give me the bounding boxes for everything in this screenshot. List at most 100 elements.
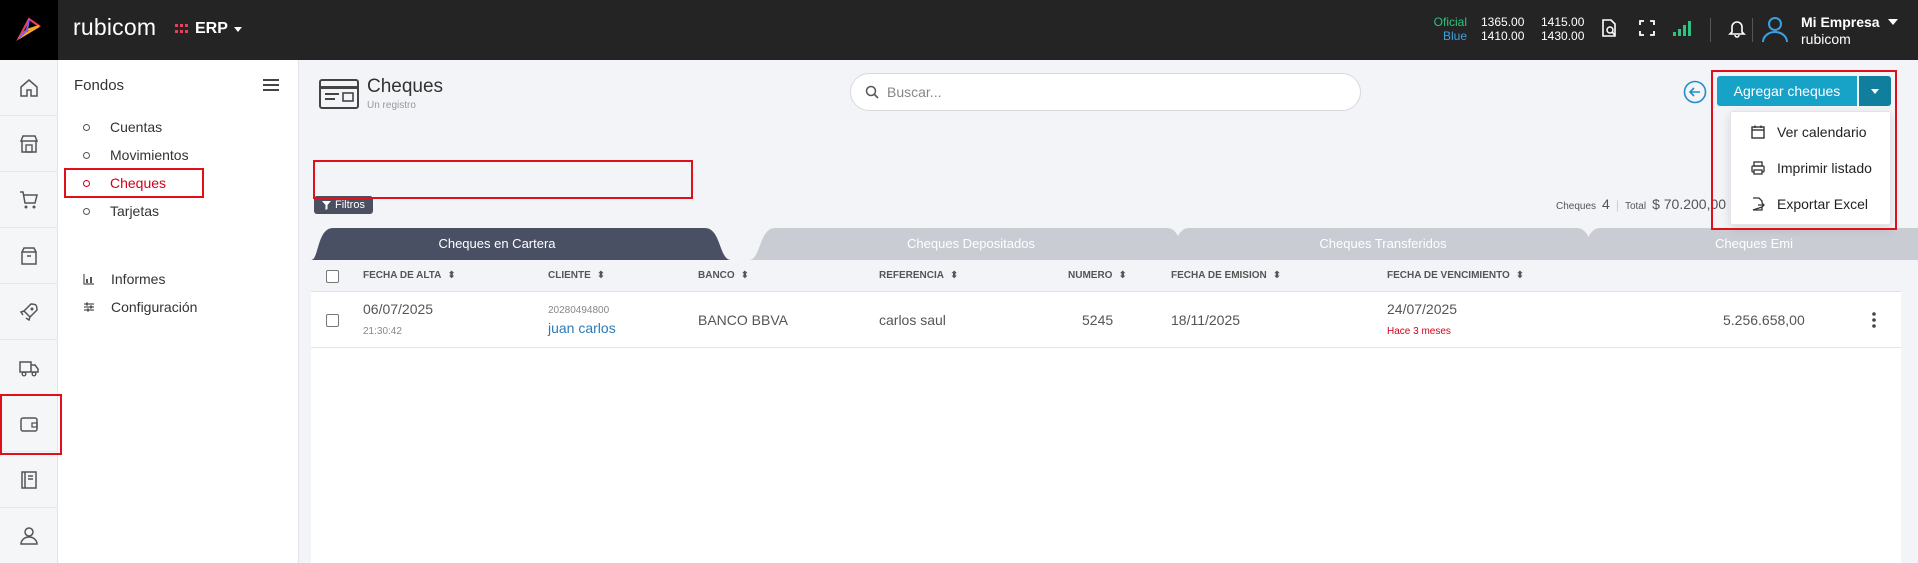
- brand-name: rubicom: [73, 14, 157, 40]
- cell-vencimiento-note: Hace 3 meses: [1387, 326, 1451, 337]
- tab-cheques-transferidos[interactable]: Cheques Transferidos: [1163, 226, 1603, 260]
- rail-launch[interactable]: [0, 284, 58, 340]
- sort-icon: ⬍: [950, 270, 959, 281]
- column-header-fecha-alta[interactable]: FECHA DE ALTA ⬍: [363, 270, 456, 281]
- sidebar-item-cuentas[interactable]: Cuentas: [83, 119, 162, 135]
- sidebar-item-movimientos[interactable]: Movimientos: [83, 147, 189, 163]
- main-content: Cheques Un registro Filtros Cheques 4 | …: [309, 60, 1918, 563]
- bell-icon[interactable]: [1727, 18, 1747, 38]
- rail-home[interactable]: [0, 60, 58, 116]
- sort-icon: ⬍: [447, 270, 456, 281]
- rail-inventory[interactable]: [0, 228, 58, 284]
- row-more-options-icon[interactable]: [1872, 312, 1876, 328]
- count-value: 4: [1602, 196, 1610, 212]
- top-bar: rubicom ERP Oficial Blue 1365.00 1410.00…: [0, 0, 1918, 60]
- rail-users[interactable]: [0, 508, 58, 563]
- rail-store[interactable]: [0, 116, 58, 172]
- sliders-icon: [84, 302, 94, 312]
- rate-oficial-label: Oficial: [1433, 15, 1467, 29]
- table-header: FECHA DE ALTA ⬍ CLIENTE ⬍ BANCO ⬍ REFERENCI…: [311, 260, 1901, 292]
- menu-item-ver-calendario[interactable]: Ver calendario: [1751, 124, 1867, 140]
- tab-label: Cheques Emi: [1714, 235, 1794, 251]
- sort-icon: ⬍: [1272, 270, 1282, 281]
- document-search-icon[interactable]: [1599, 18, 1619, 38]
- book-icon: [21, 470, 37, 489]
- rail-cart[interactable]: [0, 172, 58, 228]
- filters-label: Filtros: [335, 199, 365, 211]
- cell-cliente-link[interactable]: juan carlos: [548, 320, 616, 336]
- row-checkbox[interactable]: [326, 314, 339, 327]
- app-logo[interactable]: [0, 0, 58, 60]
- column-header-numero[interactable]: NUMERO ⬍: [1068, 270, 1127, 281]
- sidebar-item-label: Cuentas: [110, 119, 163, 135]
- bullet-icon: [83, 179, 90, 187]
- count-label: Cheques: [1556, 201, 1597, 212]
- cell-fecha-vencimiento: 24/07/2025: [1387, 301, 1458, 317]
- bullet-icon: [83, 207, 90, 215]
- select-all-checkbox[interactable]: [326, 270, 339, 283]
- add-cheques-dropdown-toggle[interactable]: [1859, 76, 1891, 106]
- tab-cheques-emitidos[interactable]: Cheques Emi: [1574, 226, 1918, 260]
- box-icon: [21, 246, 37, 265]
- menu-item-imprimir-listado[interactable]: Imprimir listado: [1751, 160, 1872, 176]
- check-document-icon: [319, 79, 359, 109]
- tab-label: Cheques en Cartera: [438, 235, 556, 251]
- total-label: Total: [1624, 201, 1647, 212]
- page-title: Cheques: [367, 76, 444, 97]
- sidebar-item-tarjetas[interactable]: Tarjetas: [83, 203, 159, 219]
- sidebar-link-label: Configuración: [111, 299, 198, 315]
- add-cheques-button[interactable]: Agregar cheques: [1717, 76, 1857, 106]
- user-avatar-icon[interactable]: [1760, 14, 1790, 44]
- bar-chart-icon: [83, 274, 94, 285]
- module-label: ERP: [195, 20, 228, 37]
- rail-shipping[interactable]: [0, 340, 58, 396]
- column-header-cliente[interactable]: CLIENTE ⬍: [548, 270, 605, 281]
- page-subtitle: Un registro: [367, 100, 416, 111]
- sidebar-item-configuracion[interactable]: Configuración: [83, 299, 197, 315]
- column-header-referencia[interactable]: REFERENCIA ⬍: [879, 270, 958, 281]
- back-arrow-icon[interactable]: [1683, 80, 1707, 104]
- fullscreen-icon[interactable]: [1637, 18, 1657, 38]
- sidebar-item-cheques[interactable]: Cheques: [83, 175, 166, 191]
- caret-down-icon: [1871, 88, 1879, 94]
- logo-icon: [16, 17, 42, 41]
- column-header-fecha-emision[interactable]: FECHA DE EMISION ⬍: [1171, 270, 1281, 281]
- cell-fecha-alta: 06/07/2025: [363, 301, 434, 317]
- hamburger-menu-icon[interactable]: [263, 78, 279, 92]
- rail-ledger[interactable]: [0, 452, 58, 508]
- home-icon: [20, 78, 38, 97]
- sidebar: Fondos Cuentas Movimientos Cheques Tarje…: [58, 60, 299, 563]
- sidebar-title: Fondos: [74, 77, 125, 94]
- signal-icon: [1673, 21, 1691, 36]
- store-icon: [19, 134, 39, 153]
- search-input[interactable]: [887, 84, 1327, 100]
- rate-blue-sell: 1430.00: [1541, 29, 1585, 43]
- bullet-icon: [83, 123, 90, 131]
- module-selector[interactable]: ERP: [175, 20, 242, 38]
- sidebar-item-label: Movimientos: [110, 147, 189, 163]
- menu-item-label: Ver calendario: [1777, 124, 1867, 140]
- column-header-fecha-vencimiento[interactable]: FECHA DE VENCIMIENTO ⬍: [1387, 270, 1524, 281]
- sidebar-item-informes[interactable]: Informes: [83, 271, 165, 287]
- stats-separator: |: [1615, 198, 1619, 212]
- icon-rail: [0, 60, 58, 563]
- bullet-icon: [83, 151, 90, 159]
- filters-button[interactable]: Filtros: [314, 196, 373, 214]
- rate-blue-buy: 1410.00: [1481, 29, 1525, 43]
- filter-icon: [322, 200, 331, 210]
- company-name: Mi Empresa: [1801, 14, 1880, 30]
- rail-funds[interactable]: [0, 396, 58, 452]
- table-row[interactable]: 06/07/2025 21:30:42 20280494800 juan car…: [311, 292, 1901, 348]
- org-name: rubicom: [1801, 31, 1851, 47]
- tab-cheques-depositados[interactable]: Cheques Depositados: [749, 226, 1193, 260]
- sort-icon: ⬍: [1515, 270, 1525, 281]
- tab-cheques-en-cartera[interactable]: Cheques en Cartera: [311, 226, 731, 260]
- grid-icon: [175, 24, 188, 33]
- calendar-icon: [1751, 125, 1765, 139]
- user-icon: [20, 526, 38, 545]
- user-menu[interactable]: Mi Empresa rubicom: [1801, 14, 1898, 47]
- sidebar-item-label: Tarjetas: [110, 203, 160, 219]
- column-header-banco[interactable]: BANCO ⬍: [698, 270, 749, 281]
- menu-item-exportar-excel[interactable]: Exportar Excel: [1751, 196, 1868, 212]
- cell-fecha-emision: 18/11/2025: [1171, 312, 1241, 328]
